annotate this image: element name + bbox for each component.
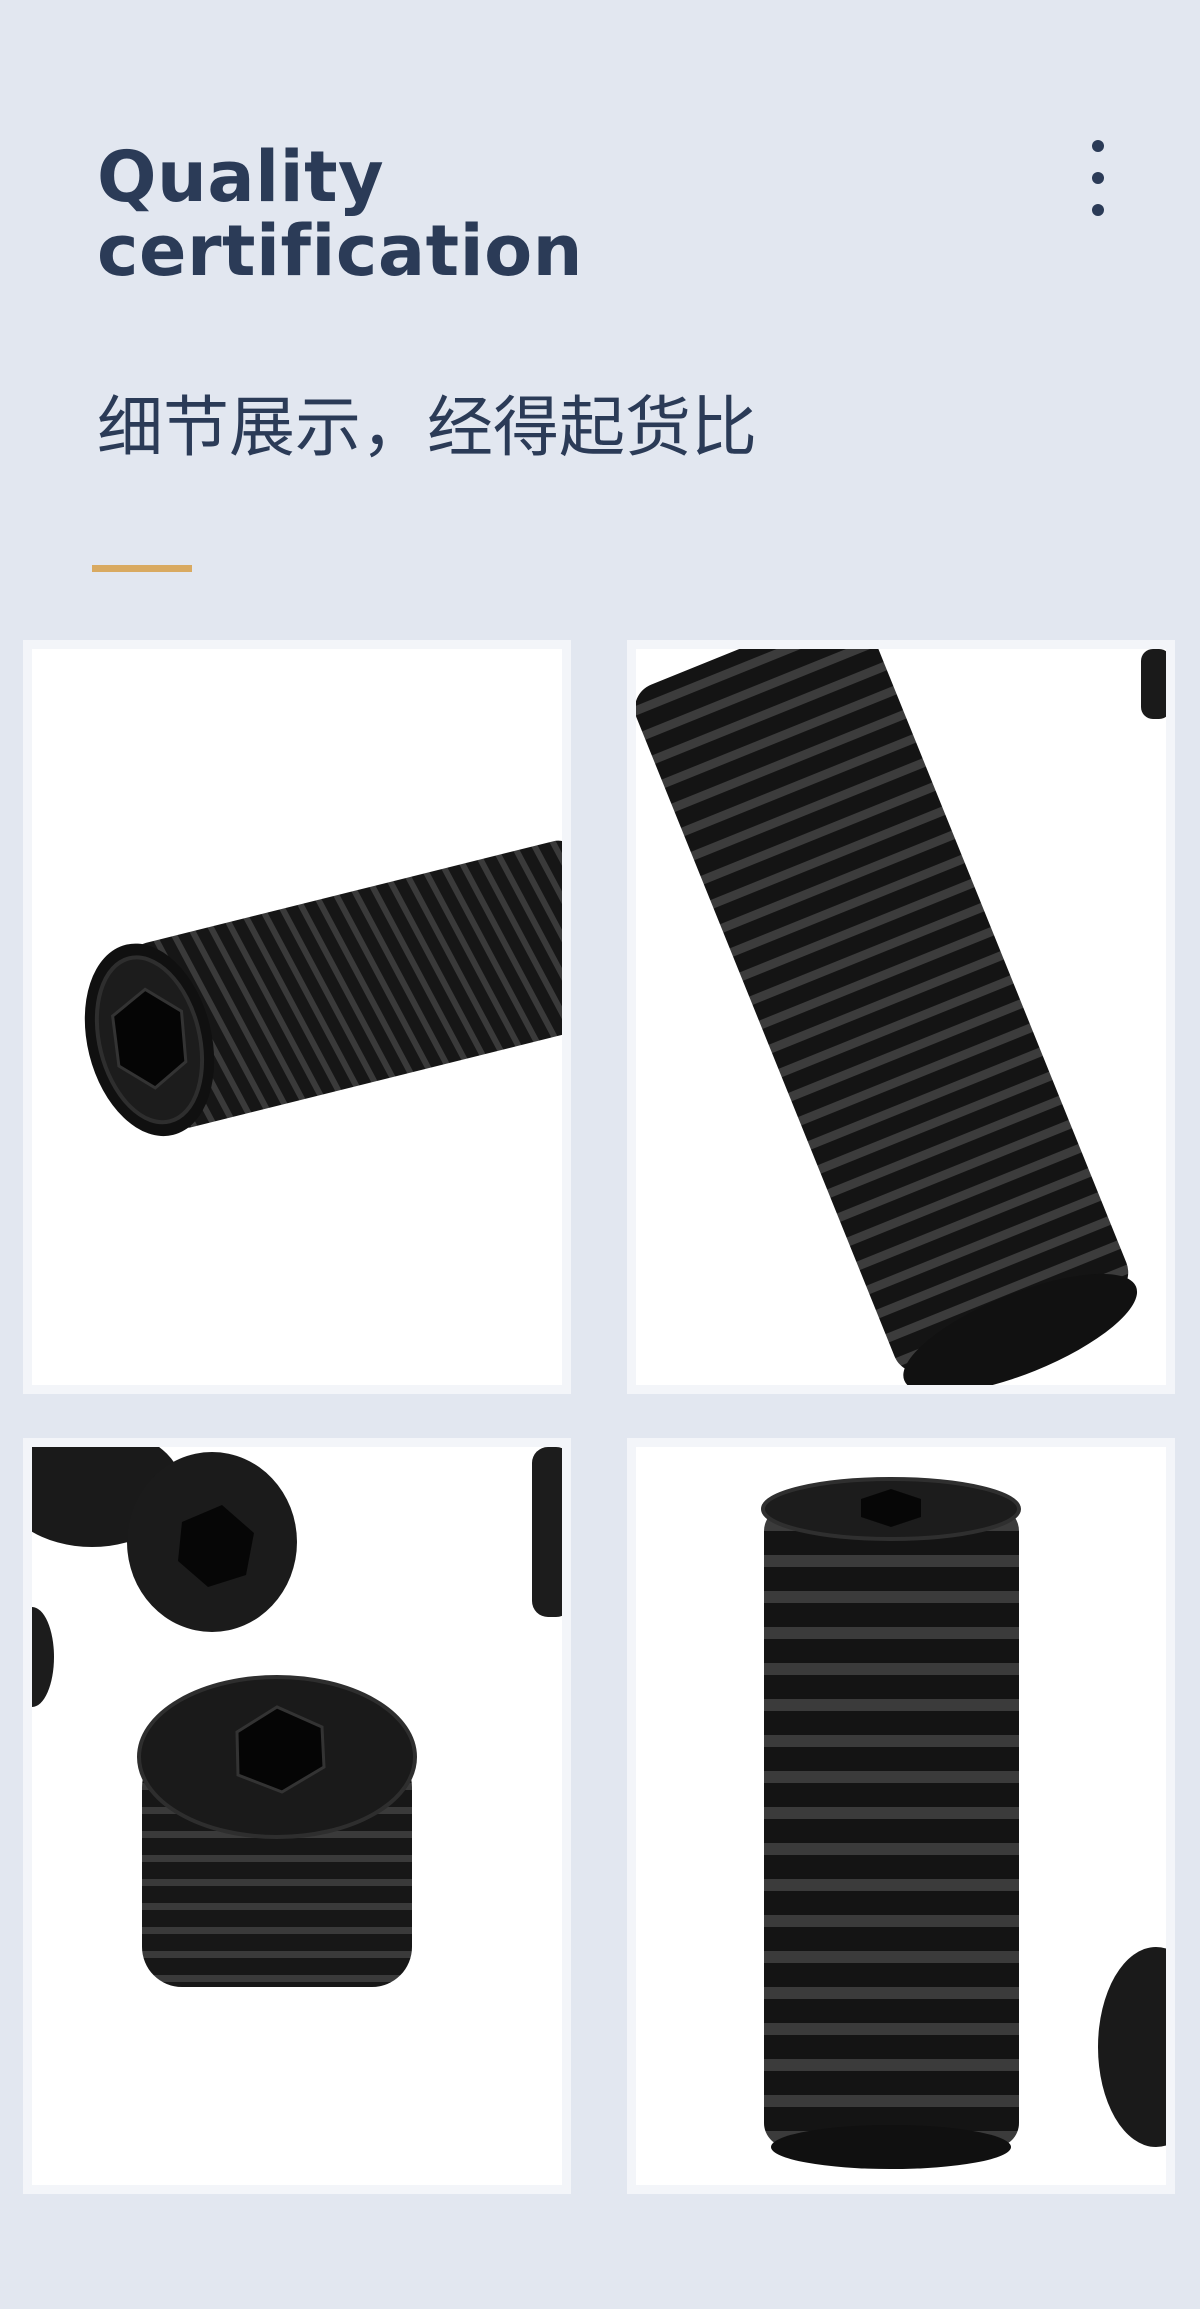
screw-side-view-photo	[84, 840, 562, 1137]
gallery-image-2	[627, 640, 1175, 1394]
more-vertical-icon[interactable]	[1080, 140, 1116, 216]
screw-closeup-threads-photo	[636, 649, 1166, 1385]
section-title: Quality certification	[97, 140, 583, 288]
screw-upright-photo	[761, 1477, 1166, 2169]
section-title-line2: certification	[97, 210, 584, 292]
section-subtitle: 细节展示，经得起货比	[97, 389, 757, 466]
gallery-image-4	[627, 1438, 1175, 2194]
gallery-image-3	[23, 1438, 571, 2194]
accent-divider	[92, 565, 192, 572]
section-title-line1: Quality	[97, 136, 385, 218]
screws-hex-socket-photo	[32, 1447, 562, 1987]
gallery-image-1	[23, 640, 571, 1394]
